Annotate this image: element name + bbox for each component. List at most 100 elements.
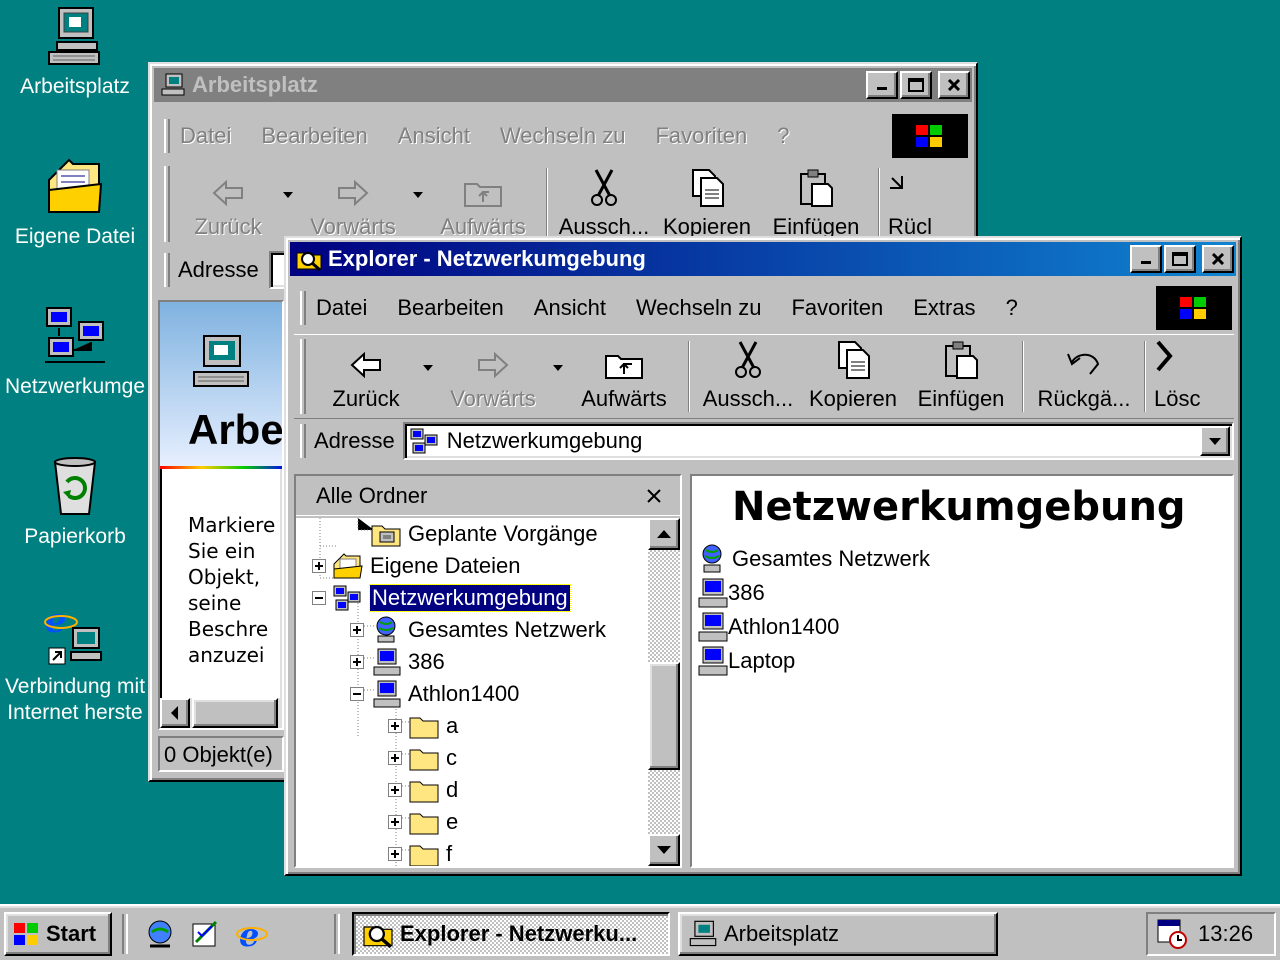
up-button[interactable]: Aufwärts — [568, 335, 680, 418]
expand-plus-icon[interactable] — [350, 623, 364, 637]
tree-item-selected[interactable]: Netzwerkumgebung — [312, 582, 571, 614]
forward-label: Vorwärts — [450, 386, 536, 411]
outlook-express-icon[interactable] — [190, 918, 222, 950]
toolbar-separator — [878, 168, 880, 240]
copy-button[interactable]: Kopieren — [652, 162, 762, 246]
tree-item[interactable]: f — [388, 838, 452, 866]
close-pane-icon[interactable] — [646, 489, 662, 503]
expand-plus-icon[interactable] — [388, 815, 402, 829]
tree-item[interactable]: c — [388, 742, 457, 774]
forward-dropdown-arrow[interactable] — [408, 162, 428, 246]
collapse-minus-icon[interactable] — [350, 687, 364, 701]
menu-wechseln-zu[interactable]: Wechseln zu — [500, 123, 626, 149]
desktop-icon-my-computer[interactable]: Arbeitsplatz — [0, 4, 150, 100]
undo-button[interactable]: Rücl — [888, 162, 934, 246]
delete-label: Lösc — [1154, 386, 1200, 411]
menu-extras[interactable]: Extras — [913, 295, 975, 321]
address-dropdown-button[interactable] — [1200, 425, 1230, 456]
explorer-window[interactable]: Explorer - Netzwerkumgebung Datei Bearbe… — [284, 236, 1242, 876]
tree-item[interactable]: a — [388, 710, 458, 742]
tree-vertical-scrollbar[interactable] — [648, 518, 680, 866]
menu-datei[interactable]: Datei — [180, 123, 231, 149]
maximize-button[interactable] — [900, 71, 932, 99]
delete-button[interactable]: Lösc — [1154, 335, 1200, 418]
tree-item[interactable]: e — [388, 806, 458, 838]
tree-item[interactable]: d — [388, 774, 458, 806]
collapse-minus-icon[interactable] — [312, 591, 326, 605]
desktop-icon-network[interactable]: Netzwerkumge — [0, 304, 150, 400]
paste-button[interactable]: Einfügen — [762, 162, 870, 246]
close-button[interactable] — [1202, 245, 1234, 273]
task-scheduler-icon[interactable] — [1156, 918, 1188, 950]
tree-item[interactable]: 386 — [350, 646, 445, 678]
network-item[interactable]: Athlon1400 — [696, 610, 839, 644]
up-button[interactable]: Aufwärts — [428, 162, 538, 246]
forward-arrow-icon — [338, 179, 369, 207]
network-item[interactable]: 386 — [696, 576, 765, 610]
horizontal-scrollbar[interactable] — [160, 698, 282, 728]
menu-help[interactable]: ? — [777, 123, 789, 149]
back-button[interactable]: Zurück — [314, 335, 418, 418]
my-computer-banner-icon — [193, 335, 249, 387]
scroll-thumb[interactable] — [192, 698, 278, 728]
menu-ansicht[interactable]: Ansicht — [534, 295, 606, 321]
expand-plus-icon[interactable] — [388, 847, 402, 861]
forward-button[interactable]: Vorwärts — [298, 162, 408, 246]
address-field[interactable]: Netzwerkumgebung — [402, 421, 1234, 460]
desktop-icon-my-documents[interactable]: Eigene Datei — [0, 154, 150, 250]
menu-wechseln-zu[interactable]: Wechseln zu — [636, 295, 762, 321]
taskbar-button-explorer[interactable]: Explorer - Netzwerku... — [352, 912, 670, 956]
tree-item[interactable]: Gesamtes Netzwerk — [350, 614, 606, 646]
minimize-button[interactable] — [866, 71, 898, 99]
menu-favoriten[interactable]: Favoriten — [791, 295, 883, 321]
tree-item[interactable]: Geplante Vorgänge — [370, 518, 598, 550]
scroll-down-button[interactable] — [648, 834, 680, 866]
desktop-icon-recycle-bin[interactable]: Papierkorb — [0, 454, 150, 550]
menu-bearbeiten[interactable]: Bearbeiten — [261, 123, 367, 149]
back-dropdown-arrow[interactable] — [418, 335, 438, 418]
computer-icon — [698, 612, 728, 642]
show-desktop-icon[interactable] — [144, 918, 176, 950]
minimize-button[interactable] — [1130, 245, 1162, 273]
forward-dropdown-arrow[interactable] — [548, 335, 568, 418]
expand-plus-icon[interactable] — [350, 655, 364, 669]
cut-button[interactable]: Aussch... — [556, 162, 652, 246]
maximize-button[interactable] — [1164, 245, 1196, 273]
folder-icon — [409, 813, 439, 835]
paste-button[interactable]: Einfügen — [908, 335, 1014, 418]
expand-plus-icon[interactable] — [388, 783, 402, 797]
menu-datei[interactable]: Datei — [316, 295, 367, 321]
expand-plus-icon[interactable] — [388, 719, 402, 733]
expand-plus-icon[interactable] — [312, 559, 326, 573]
menu-bearbeiten[interactable]: Bearbeiten — [397, 295, 503, 321]
desktop-icon-label: Arbeitsplatz — [20, 75, 130, 98]
start-button[interactable]: Start — [4, 912, 112, 956]
cut-button[interactable]: Aussch... — [698, 335, 798, 418]
tree-item[interactable]: Eigene Dateien — [312, 550, 520, 582]
my-computer-titlebar[interactable]: Arbeitsplatz — [154, 68, 972, 102]
network-item[interactable]: Laptop — [696, 644, 795, 678]
back-dropdown-arrow[interactable] — [278, 162, 298, 246]
toolbar-separator — [1022, 341, 1024, 412]
scroll-left-button[interactable] — [160, 698, 190, 728]
scroll-thumb[interactable] — [648, 662, 680, 770]
undo-button[interactable]: Rückgä... — [1032, 335, 1136, 418]
internet-explorer-icon[interactable]: e — [236, 918, 270, 950]
copy-button[interactable]: Kopieren — [798, 335, 908, 418]
menu-help[interactable]: ? — [1006, 295, 1018, 321]
clock[interactable]: 13:26 — [1198, 921, 1253, 947]
menu-favoriten[interactable]: Favoriten — [655, 123, 747, 149]
taskbar-button-my-computer[interactable]: Arbeitsplatz — [678, 912, 998, 956]
menu-ansicht[interactable]: Ansicht — [398, 123, 470, 149]
explorer-titlebar[interactable]: Explorer - Netzwerkumgebung — [290, 242, 1236, 276]
scroll-up-button[interactable] — [648, 518, 680, 550]
my-computer-icon — [48, 7, 100, 65]
address-grip — [164, 253, 170, 287]
expand-plus-icon[interactable] — [388, 751, 402, 765]
network-item[interactable]: Gesamtes Netzwerk — [696, 542, 930, 576]
back-button[interactable]: Zurück — [178, 162, 278, 246]
forward-button[interactable]: Vorwärts — [438, 335, 548, 418]
desktop-icon-internet-connection[interactable]: e Verbindung mit Internet herste — [0, 604, 150, 726]
close-button[interactable] — [938, 71, 970, 99]
tree-item[interactable]: Athlon1400 — [350, 678, 519, 710]
